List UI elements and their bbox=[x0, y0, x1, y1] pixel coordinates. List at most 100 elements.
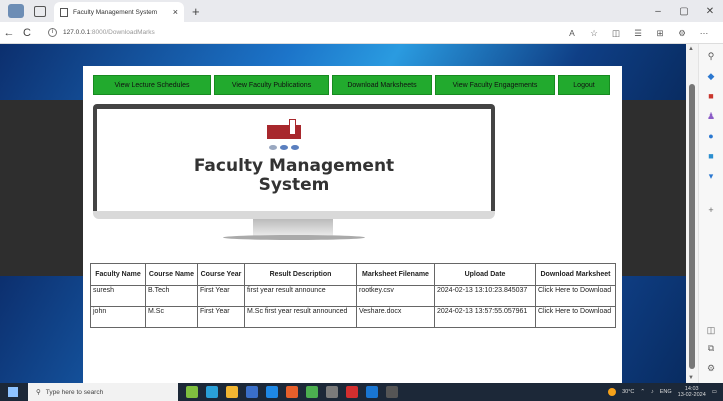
extensions-icon[interactable]: ⚙ bbox=[671, 28, 693, 39]
url-path: :8000/DownloadMarks bbox=[90, 29, 155, 36]
photos-icon[interactable] bbox=[386, 386, 398, 398]
banner-title: Faculty Management System bbox=[193, 156, 395, 195]
split-screen-icon[interactable]: ◫ bbox=[605, 28, 627, 39]
header-marksheet-filename: Marksheet Filename bbox=[356, 263, 435, 286]
search-icon[interactable]: ⚲ bbox=[704, 50, 718, 62]
refresh-button[interactable]: C bbox=[18, 27, 36, 39]
edge-sidebar: ⚲ ◆ ■ ♟ ● ■ ▾ + ◫ ⧉ ⚙ bbox=[698, 44, 723, 383]
favorite-star-icon[interactable]: ☆ bbox=[583, 28, 605, 39]
header-download-marksheet: Download Marksheet bbox=[535, 263, 616, 286]
external-link-icon[interactable]: ⧉ bbox=[704, 342, 718, 354]
collections-icon[interactable]: ⊞ bbox=[649, 28, 671, 39]
cell-upload-date: 2024-02-13 13:57:55.057961 bbox=[434, 306, 536, 328]
page-icon bbox=[60, 7, 68, 17]
scrollbar-thumb[interactable] bbox=[689, 84, 695, 369]
window-controls: – ▢ ✕ bbox=[645, 0, 723, 22]
download-link[interactable]: Click Here to Download bbox=[535, 306, 616, 328]
browser-tab[interactable]: Faculty Management System × bbox=[54, 2, 184, 22]
header-course-name: Course Name bbox=[145, 263, 198, 286]
nav-view-faculty-engagements[interactable]: View Faculty Engagements bbox=[435, 75, 555, 95]
table-header-row: Faculty Name Course Name Course Year Res… bbox=[90, 263, 616, 286]
shopping-icon[interactable]: ◆ bbox=[704, 70, 718, 82]
clock[interactable]: 14:03 13-02-2024 bbox=[678, 386, 706, 399]
cell-course-name: M.Sc bbox=[145, 306, 198, 328]
cell-result-description: first year result announce bbox=[244, 285, 357, 307]
taskbar: ⚲ Type here to search 30°C ⌃ ♪ ENG 14:03… bbox=[0, 383, 723, 401]
url-field[interactable]: i 127.0.0.1 :8000/DownloadMarks bbox=[42, 25, 522, 41]
add-sidebar-icon[interactable]: + bbox=[704, 204, 718, 216]
read-aloud-icon[interactable]: A bbox=[561, 28, 583, 38]
language-indicator[interactable]: ENG bbox=[660, 389, 672, 395]
python-icon[interactable] bbox=[306, 386, 318, 398]
site-info-icon[interactable]: i bbox=[48, 28, 57, 37]
tab-close-icon[interactable]: × bbox=[173, 7, 178, 17]
header-faculty-name: Faculty Name bbox=[90, 263, 146, 286]
nav-view-faculty-publications[interactable]: View Faculty Publications bbox=[214, 75, 329, 95]
content-container: View Lecture Schedules View Faculty Publ… bbox=[83, 66, 622, 383]
cell-marksheet-filename: Veshare.docx bbox=[356, 306, 435, 328]
weather-icon bbox=[608, 388, 617, 396]
page-scrollbar[interactable]: ▲ ▼ bbox=[686, 44, 698, 383]
settings-gear-icon[interactable]: ⚙ bbox=[704, 362, 718, 374]
taskbar-search-placeholder: Type here to search bbox=[45, 388, 104, 396]
taskbar-apps bbox=[186, 386, 398, 398]
taskbar-search[interactable]: ⚲ Type here to search bbox=[28, 383, 178, 401]
cell-faculty-name: john bbox=[90, 306, 146, 328]
back-button[interactable]: ← bbox=[0, 27, 18, 39]
weather-text[interactable]: 30°C bbox=[622, 389, 634, 395]
url-host: 127.0.0.1 bbox=[63, 29, 91, 36]
tools-icon[interactable]: ■ bbox=[704, 90, 718, 102]
hide-sidebar-icon[interactable]: ◫ bbox=[704, 324, 718, 336]
header-result-description: Result Description bbox=[244, 263, 357, 286]
cell-marksheet-filename: rootkey.csv bbox=[356, 285, 435, 307]
table-row: john M.Sc First Year M.Sc first year res… bbox=[90, 306, 616, 328]
system-tray: 30°C ⌃ ♪ ENG 14:03 13-02-2024 ▭ bbox=[608, 383, 717, 401]
header-course-year: Course Year bbox=[197, 263, 245, 286]
file-explorer-icon[interactable] bbox=[226, 386, 238, 398]
browser-toolbar: A ☆ ◫ ☰ ⊞ ⚙ ⋯ bbox=[561, 22, 715, 44]
table-row: suresh B.Tech First Year first year resu… bbox=[90, 285, 616, 307]
more-menu-icon[interactable]: ⋯ bbox=[693, 28, 715, 39]
browser-tab-bar: Faculty Management System × + – ▢ ✕ bbox=[0, 0, 723, 22]
download-link[interactable]: Click Here to Download bbox=[535, 285, 616, 307]
office-icon[interactable]: ● bbox=[704, 130, 718, 142]
terminal-icon[interactable] bbox=[326, 386, 338, 398]
tab-title: Faculty Management System bbox=[73, 8, 158, 16]
new-tab-button[interactable]: + bbox=[192, 4, 200, 19]
mail-icon[interactable] bbox=[266, 386, 278, 398]
edge-icon[interactable] bbox=[206, 386, 218, 398]
notifications-icon[interactable]: ▭ bbox=[712, 389, 717, 395]
nav-view-lecture-schedules[interactable]: View Lecture Schedules bbox=[93, 75, 211, 95]
profile-icon[interactable] bbox=[8, 4, 24, 18]
widgets-icon[interactable] bbox=[186, 386, 198, 398]
firefox-icon[interactable] bbox=[286, 386, 298, 398]
maximize-button[interactable]: ▢ bbox=[671, 6, 697, 17]
app-icon[interactable] bbox=[346, 386, 358, 398]
cell-course-year: First Year bbox=[197, 285, 245, 307]
drop-icon[interactable]: ▾ bbox=[704, 170, 718, 182]
scroll-up-icon[interactable]: ▲ bbox=[688, 46, 694, 52]
windows-start-icon[interactable] bbox=[8, 387, 18, 397]
cell-course-name: B.Tech bbox=[145, 285, 198, 307]
header-upload-date: Upload Date bbox=[434, 263, 536, 286]
cell-faculty-name: suresh bbox=[90, 285, 146, 307]
favorites-icon[interactable]: ☰ bbox=[627, 28, 649, 39]
nav-bar: View Lecture Schedules View Faculty Publ… bbox=[93, 75, 613, 95]
web-page: View Lecture Schedules View Faculty Publ… bbox=[0, 44, 698, 383]
nav-download-marksheets[interactable]: Download Marksheets bbox=[332, 75, 432, 95]
volume-icon[interactable]: ♪ bbox=[651, 389, 654, 395]
minimize-button[interactable]: – bbox=[645, 6, 671, 17]
cell-upload-date: 2024-02-13 13:10:23.845037 bbox=[434, 285, 536, 307]
games-icon[interactable]: ♟ bbox=[704, 110, 718, 122]
search-icon: ⚲ bbox=[36, 389, 41, 396]
outlook-icon[interactable]: ■ bbox=[704, 150, 718, 162]
nav-logout[interactable]: Logout bbox=[558, 75, 610, 95]
scroll-down-icon[interactable]: ▼ bbox=[688, 375, 694, 381]
monitor-screen: Faculty Management System bbox=[93, 104, 495, 216]
vscode-icon[interactable] bbox=[366, 386, 378, 398]
close-window-button[interactable]: ✕ bbox=[697, 6, 723, 17]
store-icon[interactable] bbox=[246, 386, 258, 398]
network-icon[interactable]: ⌃ bbox=[640, 389, 645, 395]
banner-image: Faculty Management System bbox=[93, 104, 495, 254]
tab-actions-icon[interactable] bbox=[34, 5, 46, 17]
